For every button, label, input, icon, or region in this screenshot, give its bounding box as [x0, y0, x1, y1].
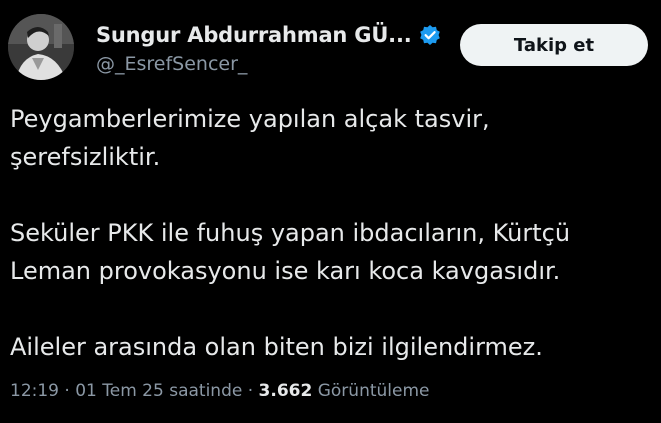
tweet-line: Seküler PKK ile fuhuş yapan ibdacıların,…: [10, 219, 571, 247]
views-label: Görüntüleme: [317, 381, 430, 401]
author-display-name[interactable]: Sungur Abdurrahman GÜ...: [96, 23, 412, 47]
meta-separator: ·: [242, 381, 259, 401]
tweet-time[interactable]: 12:19: [10, 381, 59, 401]
tweet-line: Peygamberlerimize yapılan alçak tasvir,: [10, 105, 490, 133]
tweet-header: Sungur Abdurrahman GÜ... @_EsrefSencer_ …: [8, 14, 653, 80]
tweet-date[interactable]: 01 Tem 25 saatinde: [75, 381, 242, 401]
tweet-paragraph: Seküler PKK ile fuhuş yapan ibdacıların,…: [10, 214, 650, 290]
follow-button[interactable]: Takip et: [460, 24, 648, 66]
views-count: 3.662: [258, 381, 313, 401]
tweet-line: şerefsizliktir.: [10, 143, 161, 171]
profile-avatar-icon: [8, 14, 74, 80]
tweet-line: Leman provokasyonu ise karı koca kavgası…: [10, 257, 561, 285]
tweet-text: Peygamberlerimize yapılan alçak tasvir, …: [10, 100, 650, 366]
tweet-line: Aileler arasında olan biten bizi ilgilen…: [10, 333, 543, 361]
tweet-meta: 12:19 · 01 Tem 25 saatinde · 3.662 Görün…: [10, 381, 430, 401]
author-handle[interactable]: @_EsrefSencer_: [96, 53, 456, 75]
tweet-paragraph: Peygamberlerimize yapılan alçak tasvir, …: [10, 100, 650, 176]
avatar[interactable]: [8, 14, 74, 80]
author-info: Sungur Abdurrahman GÜ... @_EsrefSencer_: [96, 20, 456, 75]
tweet-paragraph: Aileler arasında olan biten bizi ilgilen…: [10, 328, 650, 366]
verified-badge-icon: [419, 24, 441, 46]
meta-separator: ·: [59, 381, 76, 401]
tweet: Sungur Abdurrahman GÜ... @_EsrefSencer_ …: [0, 0, 661, 423]
author-name-row: Sungur Abdurrahman GÜ...: [96, 20, 456, 50]
